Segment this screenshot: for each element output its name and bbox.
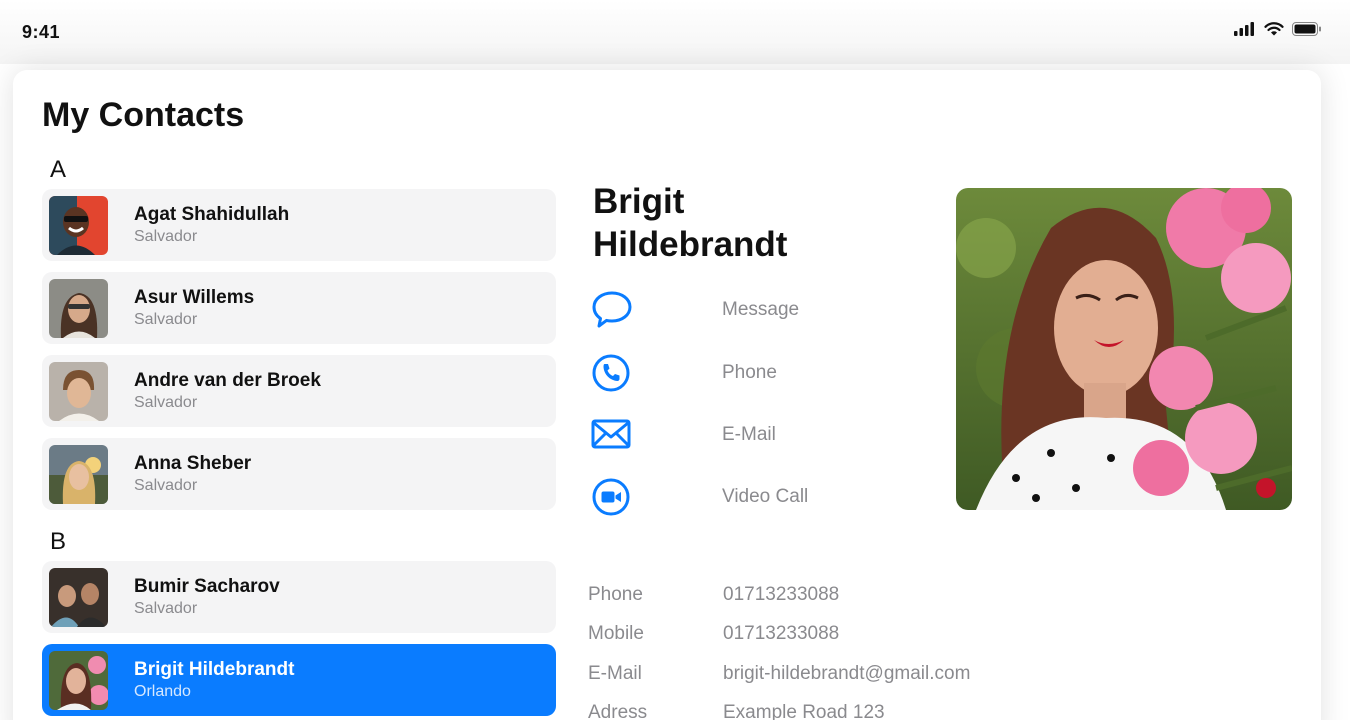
phone-value[interactable]: 01713233088	[723, 584, 839, 606]
info-label: E-Mail	[588, 663, 642, 684]
message-label: Message	[722, 299, 800, 320]
contact-row-bumir[interactable]: Bumir Sacharov Salvador	[42, 561, 556, 633]
status-bar: 9:41	[0, 0, 1350, 64]
detail-contact-name: Brigit Hildebrandt	[593, 182, 788, 264]
avatar	[49, 651, 108, 710]
contact-name: Andre van der Broek	[134, 370, 321, 391]
contact-city: Salvador	[134, 600, 198, 617]
contact-row-anna[interactable]: Anna Sheber Salvador	[42, 438, 556, 510]
section-header-a: A	[50, 156, 67, 183]
info-row-mobile: Mobile 01713233088	[588, 623, 1288, 651]
mobile-value[interactable]: 01713233088	[723, 623, 839, 645]
video-call-action[interactable]: Video Call	[591, 476, 921, 520]
contact-row-agat[interactable]: Agat Shahidullah Salvador	[42, 189, 556, 261]
contact-row-andre[interactable]: Andre van der Broek Salvador	[42, 355, 556, 427]
contact-photo	[956, 188, 1292, 510]
page-title: My Contacts	[42, 96, 245, 134]
contact-name: Bumir Sacharov	[134, 576, 280, 597]
contact-city: Salvador	[134, 228, 198, 245]
section-header-b: B	[50, 528, 67, 555]
message-action[interactable]: Message	[591, 289, 921, 333]
contact-name: Agat Shahidullah	[134, 204, 290, 225]
avatar	[49, 445, 108, 504]
contact-row-brigit-selected[interactable]: Brigit Hildebrandt Orlando	[42, 644, 556, 716]
contact-city: Salvador	[134, 394, 198, 411]
contact-row-asur[interactable]: Asur Willems Salvador	[42, 272, 556, 344]
contact-name: Anna Sheber	[134, 453, 252, 474]
contact-name: Asur Willems	[134, 287, 255, 308]
battery-icon	[1292, 22, 1321, 36]
wifi-icon	[1264, 22, 1284, 36]
info-row-email: E-Mail brigit-hildebrandt@gmail.com	[588, 663, 1288, 691]
status-time: 9:41	[22, 22, 61, 42]
contacts-card: My Contacts A Agat Shahidullah Salvador	[13, 70, 1321, 720]
avatar	[49, 568, 108, 627]
info-row-address: Adress Example Road 123	[588, 702, 1288, 720]
status-icons	[1234, 22, 1322, 36]
contact-name: Brigit Hildebrandt	[134, 659, 295, 680]
avatar	[49, 196, 108, 255]
info-label: Mobile	[588, 623, 644, 644]
phone-icon	[592, 354, 630, 392]
phone-action[interactable]: Phone	[591, 352, 921, 396]
info-label: Adress	[588, 702, 648, 720]
video-camera-icon	[592, 478, 630, 516]
info-row-phone: Phone 01713233088	[588, 584, 1288, 612]
avatar	[49, 362, 108, 421]
email-label: E-Mail	[722, 424, 776, 445]
contact-city: Salvador	[134, 311, 198, 328]
info-label: Phone	[588, 584, 643, 605]
cellular-signal-icon	[1234, 22, 1254, 36]
contact-city: Salvador	[134, 477, 198, 494]
avatar	[49, 279, 108, 338]
email-action[interactable]: E-Mail	[591, 414, 921, 458]
video-call-label: Video Call	[722, 486, 809, 507]
contact-city: Orlando	[134, 683, 191, 700]
phone-label: Phone	[722, 362, 777, 383]
message-bubble-icon	[592, 291, 632, 328]
email-value[interactable]: brigit-hildebrandt@gmail.com	[723, 663, 970, 685]
mail-envelope-icon	[591, 419, 631, 449]
address-value: Example Road 123	[723, 702, 885, 720]
